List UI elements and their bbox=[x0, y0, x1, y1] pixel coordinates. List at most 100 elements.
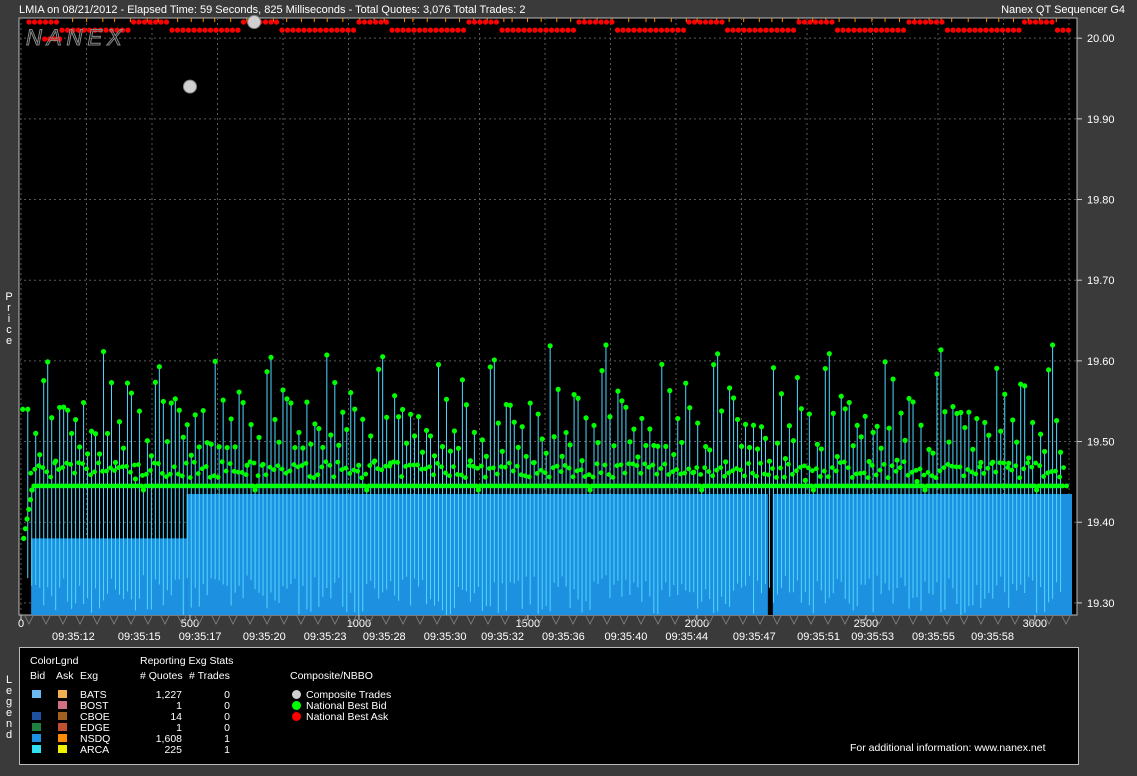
bid-dot bbox=[276, 439, 282, 445]
bid-dot bbox=[937, 468, 943, 474]
bid-dot bbox=[778, 465, 783, 471]
bid-dot bbox=[858, 434, 864, 440]
bid-dot bbox=[595, 440, 601, 446]
bid-dot bbox=[510, 468, 516, 474]
ask-dot bbox=[532, 27, 538, 33]
y-tick-label: 19.40 bbox=[1087, 517, 1115, 529]
ask-dot bbox=[812, 19, 819, 25]
ask-dot bbox=[405, 27, 412, 33]
bid-dot bbox=[551, 434, 557, 440]
time-marker bbox=[568, 615, 578, 625]
bid-dot bbox=[639, 415, 645, 422]
bid-dot bbox=[606, 472, 612, 477]
bid-dot bbox=[833, 468, 839, 474]
bid-dot bbox=[861, 470, 867, 476]
ask-dot bbox=[147, 19, 153, 25]
bid-dot bbox=[766, 458, 773, 464]
ask-dot bbox=[235, 27, 241, 33]
bid-dot bbox=[108, 380, 115, 386]
ask-dot bbox=[658, 27, 665, 33]
bid-dot bbox=[934, 371, 940, 377]
ask-dot bbox=[746, 27, 753, 33]
bid-dot bbox=[26, 506, 32, 512]
bid-dot bbox=[1021, 466, 1027, 472]
bid-dot bbox=[144, 438, 150, 444]
ask-dot bbox=[356, 19, 362, 25]
bid-dot bbox=[21, 535, 27, 541]
price-axis-label: Price bbox=[3, 292, 15, 347]
y-tick-label: 19.80 bbox=[1087, 195, 1115, 207]
bid-dot bbox=[977, 464, 983, 470]
bid-dot bbox=[722, 473, 728, 479]
bid-dot bbox=[478, 463, 484, 469]
bid-dot bbox=[854, 422, 860, 429]
bid-dot bbox=[794, 374, 800, 381]
bid-dot bbox=[76, 444, 83, 450]
bid-dot bbox=[962, 424, 968, 431]
bid-dot bbox=[223, 468, 229, 474]
bid-dot bbox=[124, 464, 129, 469]
ask-dot bbox=[477, 19, 483, 25]
bid-dot bbox=[990, 459, 996, 465]
time-marker bbox=[823, 615, 833, 625]
bid-dot bbox=[65, 407, 71, 413]
bid-dot bbox=[941, 465, 947, 470]
bid-dot bbox=[24, 516, 30, 522]
bid-dot bbox=[515, 444, 521, 450]
bid-dot bbox=[84, 451, 91, 457]
bid-dot bbox=[104, 430, 111, 437]
bid-dot bbox=[292, 444, 298, 451]
bid-dot bbox=[495, 420, 501, 426]
ask-dot bbox=[581, 19, 588, 25]
trade-dot bbox=[247, 15, 262, 30]
bid-dot bbox=[159, 471, 165, 476]
bid-dot bbox=[180, 434, 186, 440]
bid-dot bbox=[483, 453, 489, 459]
bid-dot bbox=[790, 438, 797, 444]
time-marker bbox=[806, 615, 816, 625]
bid-dot bbox=[32, 466, 38, 472]
bid-dot bbox=[647, 426, 653, 432]
ask-dot bbox=[999, 27, 1006, 33]
bid-dot bbox=[507, 402, 513, 408]
ask-dot bbox=[576, 19, 582, 25]
bid-dot bbox=[679, 439, 685, 446]
bid-dot bbox=[447, 448, 454, 454]
bid-dot bbox=[526, 474, 532, 480]
bid-dot bbox=[132, 476, 139, 482]
time-marker bbox=[296, 615, 306, 625]
bid-dot bbox=[320, 444, 326, 451]
ask-dot bbox=[983, 27, 989, 33]
time-label: 09:35:40 bbox=[605, 631, 648, 643]
bid-dot bbox=[1038, 431, 1044, 437]
bid-dot bbox=[208, 441, 214, 447]
bid-dot bbox=[287, 468, 293, 474]
bid-dot bbox=[534, 470, 540, 476]
bid-dot bbox=[614, 463, 620, 469]
bid-dot bbox=[814, 441, 820, 447]
time-marker bbox=[755, 615, 765, 625]
ask-dot bbox=[521, 27, 527, 33]
time-marker bbox=[398, 615, 408, 625]
bid-dot bbox=[411, 433, 418, 439]
ask-dot bbox=[1049, 19, 1055, 25]
bid-dot bbox=[822, 365, 828, 372]
bid-dot bbox=[770, 365, 777, 371]
bid-dot bbox=[167, 471, 173, 477]
bid-dot bbox=[240, 400, 246, 406]
bid-dot bbox=[846, 399, 852, 406]
ask-dot bbox=[191, 27, 197, 33]
bid-dot bbox=[100, 349, 107, 355]
bid-dot bbox=[698, 472, 704, 477]
time-label: 09:35:15 bbox=[118, 631, 161, 643]
bid-dot bbox=[519, 424, 525, 430]
bid-dot bbox=[643, 442, 649, 449]
bid-dot bbox=[865, 475, 871, 481]
bid-dot bbox=[881, 461, 887, 467]
ask-dot bbox=[262, 19, 269, 25]
ask-dot bbox=[504, 27, 511, 33]
ask-dot bbox=[31, 19, 38, 25]
ask-dot bbox=[543, 27, 549, 33]
ask-dot bbox=[1010, 27, 1017, 33]
bid-dot bbox=[188, 452, 194, 458]
